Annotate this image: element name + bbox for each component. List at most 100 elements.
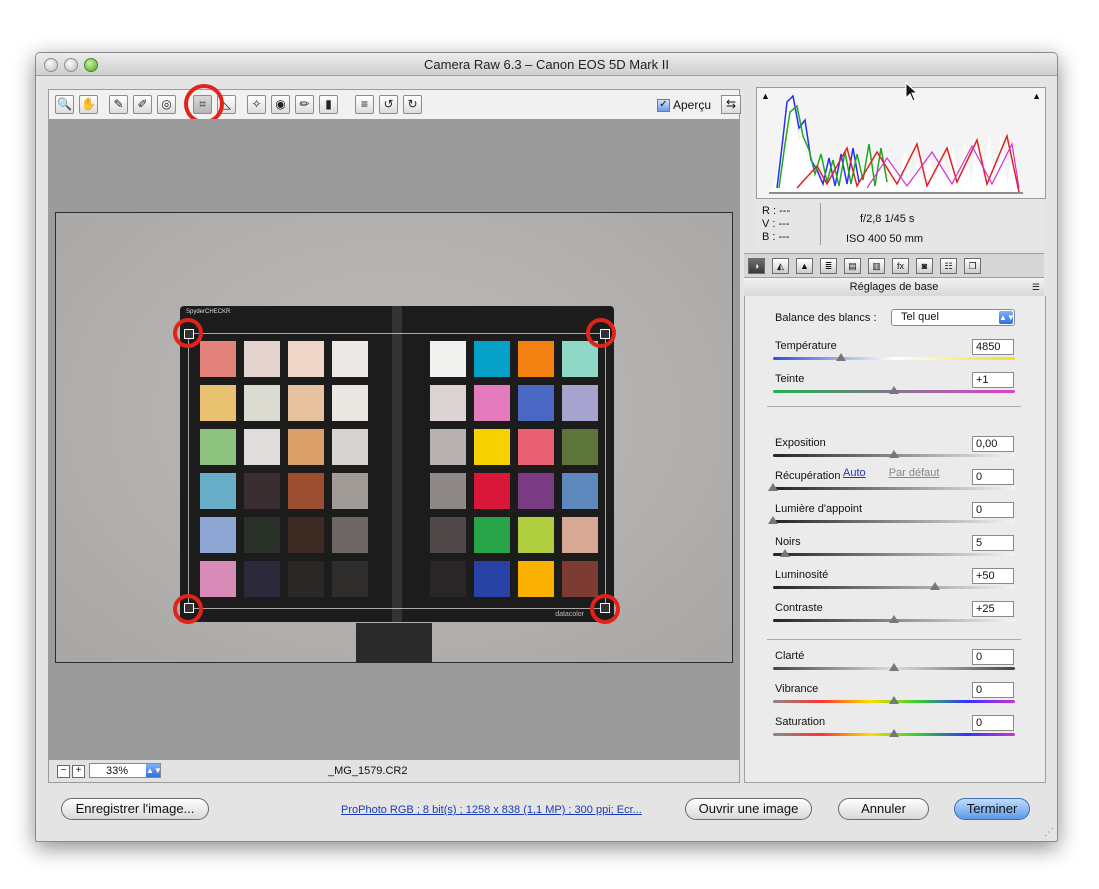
default-link[interactable]: Par défaut: [889, 467, 940, 479]
slider-track[interactable]: [773, 357, 1015, 360]
slider-value-input[interactable]: 5: [972, 535, 1014, 551]
slider-thumb[interactable]: [889, 663, 899, 671]
mouse-pointer-icon: [905, 82, 919, 102]
checker-brand: SpyderCHECKR: [186, 309, 231, 315]
slider-label: Noirs: [775, 536, 801, 548]
slider-value-input[interactable]: 4850: [972, 339, 1014, 355]
panel-tabs: ◑ ◭ ▲ ≣ ▤ ▥ fx ◙ ☷ ❐: [744, 253, 1044, 278]
panel-tab-8[interactable]: ☷: [940, 258, 957, 274]
corner-highlight-top-right: [586, 318, 616, 348]
slider-thumb[interactable]: [889, 729, 899, 737]
basic-settings-panel: Balance des blancs : Tel quel ▲▼ Auto Pa…: [744, 296, 1046, 783]
section-divider: [767, 639, 1021, 640]
panel-tab-6[interactable]: fx: [892, 258, 909, 274]
histogram-graph: [769, 94, 1023, 194]
zoom-out-button[interactable]: −: [57, 765, 70, 778]
slider-thumb[interactable]: [889, 450, 899, 458]
slider-value-input[interactable]: 0: [972, 502, 1014, 518]
rotate-ccw-button[interactable]: ↺: [379, 95, 398, 114]
section-divider: [767, 406, 1021, 407]
footer: Enregistrer l'image... ProPhoto RGB ; 8 …: [36, 789, 1057, 841]
slider-thumb[interactable]: [889, 696, 899, 704]
panel-tab-1[interactable]: ◭: [772, 258, 789, 274]
slider-track[interactable]: [773, 553, 1015, 556]
title-bar: Camera Raw 6.3 – Canon EOS 5D Mark II: [36, 53, 1057, 76]
white-balance-select[interactable]: Tel quel ▲▼: [891, 309, 1015, 326]
cancel-button[interactable]: Annuler: [838, 798, 929, 820]
white-balance-label: Balance des blancs :: [775, 312, 877, 324]
adjustment-brush-icon: ✏: [299, 97, 310, 111]
slider-value-input[interactable]: 0: [972, 682, 1014, 698]
crop-rectangle[interactable]: [188, 333, 606, 609]
slider-thumb[interactable]: [768, 516, 778, 524]
open-image-button[interactable]: Ouvrir une image: [685, 798, 812, 820]
red-eye-tool-icon: ◉: [275, 97, 286, 111]
slider-thumb[interactable]: [889, 615, 899, 623]
spot-removal-tool-button[interactable]: ✧: [247, 95, 266, 114]
white-balance-tool-button[interactable]: ✎: [109, 95, 128, 114]
rgb-b: B : ---: [762, 231, 790, 243]
rotate-cw-button[interactable]: ↻: [403, 95, 422, 114]
slider-value-input[interactable]: 0,00: [972, 436, 1014, 452]
preview-checkbox[interactable]: ✓ Aperçu: [657, 98, 711, 112]
checker-brand-datacolor: datacolor: [555, 611, 584, 618]
panel-tab-2[interactable]: ▲: [796, 258, 813, 274]
slider-track[interactable]: [773, 586, 1015, 589]
panel-menu-icon[interactable]: ☰: [1032, 278, 1040, 296]
zoom-level-select[interactable]: 33% ▲▼: [89, 763, 162, 778]
camera-settings: f/2,8 1/45 s ISO 400 50 mm: [846, 209, 923, 249]
fullscreen-toggle-button[interactable]: ⇆: [721, 95, 741, 114]
targeted-adjustment-tool-button[interactable]: ◎: [157, 95, 176, 114]
save-image-button[interactable]: Enregistrer l'image...: [61, 798, 209, 820]
info-panel: R : --- V : --- B : --- f/2,8 1/45 s ISO…: [756, 199, 1044, 251]
window-title: Camera Raw 6.3 – Canon EOS 5D Mark II: [424, 57, 669, 72]
rotate-cw-icon: ↻: [407, 97, 418, 111]
slider-value-input[interactable]: +50: [972, 568, 1014, 584]
red-eye-tool-button[interactable]: ◉: [271, 95, 290, 114]
image-preview-area[interactable]: SpyderCHECKR datacolor: [48, 119, 740, 760]
rgb-r: R : ---: [762, 205, 791, 217]
panel-tab-5[interactable]: ▥: [868, 258, 885, 274]
slider-track[interactable]: [773, 520, 1015, 523]
panel-tab-0[interactable]: ◑: [748, 258, 765, 274]
slider-track[interactable]: [773, 487, 1015, 490]
zoom-tool-button[interactable]: 🔍: [55, 95, 74, 114]
toolbar: 🔍 ✋ ✎ ✐ ◎ ⌗ ◺ ✧ ◉ ✏ ▮ ≡ ↺ ↻ ✓ Aperçu ⇆: [48, 84, 741, 124]
slider-thumb[interactable]: [930, 582, 941, 590]
slider-thumb[interactable]: [780, 549, 791, 557]
slider-value-input[interactable]: 0: [972, 715, 1014, 731]
panel-tab-7[interactable]: ◙: [916, 258, 933, 274]
hand-tool-button[interactable]: ✋: [79, 95, 98, 114]
done-button[interactable]: Terminer: [954, 798, 1030, 820]
slider-value-input[interactable]: 0: [972, 649, 1014, 665]
corner-highlight-bottom-left: [173, 594, 203, 624]
hand-tool-icon: ✋: [81, 97, 96, 111]
slider-label: Luminosité: [775, 569, 829, 581]
color-sampler-tool-button[interactable]: ✐: [133, 95, 152, 114]
slider-thumb[interactable]: [768, 483, 778, 491]
highlight-clipping-warning-icon[interactable]: ▲: [1032, 91, 1041, 101]
crop-tool-highlight: [184, 84, 224, 124]
panel-tab-3[interactable]: ≣: [820, 258, 837, 274]
info-divider: [820, 203, 821, 245]
fullscreen-icon: ⇆: [725, 97, 737, 111]
resize-grip-icon[interactable]: ⋰: [1044, 827, 1054, 838]
slider-value-input[interactable]: +25: [972, 601, 1014, 617]
adjustment-brush-button[interactable]: ✏: [295, 95, 314, 114]
slider-label: Exposition: [775, 437, 826, 449]
camera-raw-window: Camera Raw 6.3 – Canon EOS 5D Mark II 🔍 ✋…: [35, 52, 1058, 842]
zoom-in-button[interactable]: +: [72, 765, 85, 778]
shadow-clipping-warning-icon[interactable]: ▲: [761, 91, 770, 101]
panel-tab-4[interactable]: ▤: [844, 258, 861, 274]
iso-focal: ISO 400 50 mm: [846, 233, 924, 245]
panel-tab-9[interactable]: ❐: [964, 258, 981, 274]
slider-thumb[interactable]: [835, 353, 846, 361]
slider-value-input[interactable]: 0: [972, 469, 1014, 485]
slider-value-input[interactable]: +1: [972, 372, 1014, 388]
slider-thumb[interactable]: [889, 386, 899, 394]
graduated-filter-button[interactable]: ▮: [319, 95, 338, 114]
panel-header: Réglages de base ☰: [744, 277, 1044, 297]
workflow-options-link[interactable]: ProPhoto RGB ; 8 bit(s) ; 1258 x 838 (1,…: [341, 804, 642, 816]
preferences-button[interactable]: ≡: [355, 95, 374, 114]
auto-link[interactable]: Auto: [843, 467, 866, 479]
